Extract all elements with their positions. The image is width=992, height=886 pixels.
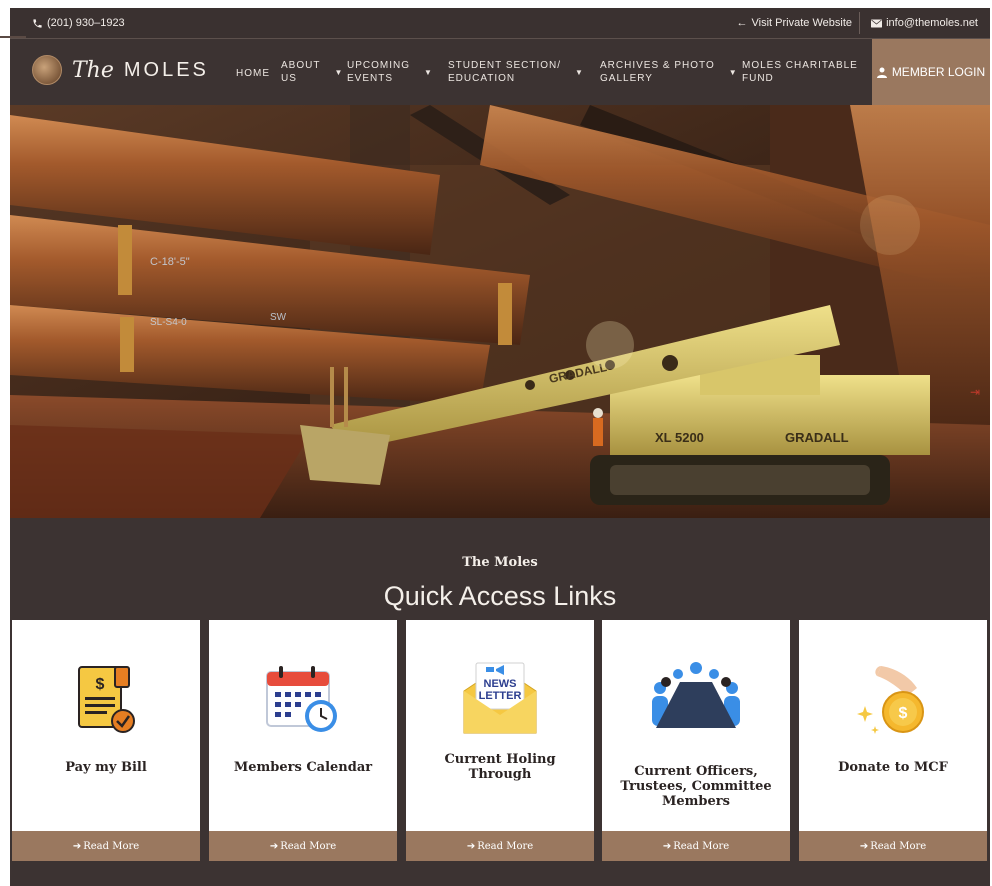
nav-about-line1: ABOUT	[281, 60, 321, 71]
nav-student-line1: STUDENT SECTION/	[448, 60, 562, 71]
read-more-button[interactable]: ➔ Read More	[602, 831, 790, 861]
read-more-label: Read More	[477, 840, 534, 852]
member-login-label: MEMBER LOGIN	[891, 65, 986, 79]
crane-brand-text-2: GRADALL	[785, 430, 849, 445]
site-logo[interactable]: The MOLES	[32, 55, 209, 85]
nav-fund-line1: MOLES CHARITABLE	[742, 60, 858, 71]
nav-item-student-section[interactable]: STUDENT SECTION/EDUCATION ▼	[448, 59, 584, 85]
crane-model-text: XL 5200	[655, 430, 704, 445]
user-icon	[876, 67, 887, 78]
nav-item-home[interactable]: HOME	[236, 67, 270, 80]
slider-next-arrow-icon[interactable]: ⇥	[970, 385, 980, 399]
corner-accent-line	[0, 36, 26, 38]
phone-link[interactable]: (201) 930–1923	[32, 17, 125, 29]
logo-moles-text: MOLES	[123, 58, 209, 81]
pipe-mark-1: C-18'-5"	[150, 256, 190, 268]
read-more-button[interactable]: ➔ Read More	[12, 831, 200, 861]
logo-the-text: The	[72, 57, 114, 83]
hero-image: GRADALL XL 5200 GRADALL C-18'-5" SW SL-S…	[10, 105, 990, 518]
arrow-right-icon: ➔	[859, 840, 869, 852]
nav-fund-line2: FUND	[742, 73, 774, 84]
bill-icon: $	[12, 660, 200, 740]
visit-private-website-label: Visit Private Website	[751, 17, 852, 29]
nav-events-line1: UPCOMING	[347, 60, 410, 71]
read-more-label: Read More	[83, 840, 140, 852]
read-more-label: Read More	[280, 840, 337, 852]
nav-events-line2: EVENTS	[347, 73, 394, 84]
main-nav: The MOLES HOME ABOUT US ▼ UPCOMING EVENTS …	[10, 39, 990, 105]
card-label-pay-bill: Pay my Bill	[65, 760, 147, 775]
read-more-label: Read More	[673, 840, 730, 852]
svg-text:$: $	[899, 705, 908, 722]
nav-item-about-us[interactable]: ABOUT US ▼	[281, 59, 343, 85]
pipe-mark-3: SL-S4-0	[150, 317, 187, 328]
quick-link-card-members-calendar[interactable]: Members Calendar ➔ Read More	[209, 620, 397, 861]
nav-item-charitable-fund[interactable]: MOLES CHARITABLEFUND ▼	[742, 59, 881, 85]
phone-number: (201) 930–1923	[47, 17, 125, 29]
quick-link-card-holing-through[interactable]: NEWS LETTER Current Holing Through ➔ Rea…	[406, 620, 594, 861]
donate-icon: $	[799, 660, 987, 740]
nav-student-line2: EDUCATION	[448, 73, 516, 84]
pipe-mark-2: SW	[270, 312, 287, 323]
newsletter-icon-text-1: NEWS	[484, 678, 517, 690]
nav-item-upcoming-events[interactable]: UPCOMING EVENTS ▼	[347, 59, 433, 85]
arrow-right-icon: ➔	[662, 840, 672, 852]
visit-private-website-link[interactable]: ← Visit Private Website	[737, 17, 852, 29]
chevron-down-icon: ▼	[424, 67, 433, 77]
envelope-icon	[871, 19, 883, 27]
logo-seal-icon	[32, 55, 62, 85]
chevron-down-icon: ▼	[728, 67, 738, 77]
card-label-members-calendar: Members Calendar	[233, 760, 373, 775]
meeting-icon	[602, 656, 790, 736]
member-login-button[interactable]: MEMBER LOGIN	[872, 39, 990, 105]
read-more-label: Read More	[870, 840, 927, 852]
card-label-donate: Donate to MCF	[838, 760, 948, 775]
chevron-down-icon: ▼	[575, 67, 584, 77]
calendar-icon	[209, 660, 397, 740]
quick-link-card-donate[interactable]: $ Donate to MCF ➔ Read More	[799, 620, 987, 861]
tunnel-construction-photo: GRADALL XL 5200 GRADALL C-18'-5" SW SL-S…	[10, 105, 990, 518]
nav-item-archives[interactable]: ARCHIVES & PHOTO GALLERY ▼	[600, 59, 738, 85]
read-more-button[interactable]: ➔ Read More	[406, 831, 594, 861]
nav-home-label: HOME	[236, 68, 270, 79]
nav-archives-line2: GALLERY	[600, 73, 653, 84]
read-more-button[interactable]: ➔ Read More	[209, 831, 397, 861]
email-address: info@themoles.net	[886, 17, 978, 29]
nav-archives-line1: ARCHIVES & PHOTO	[600, 60, 715, 71]
read-more-button[interactable]: ➔ Read More	[799, 831, 987, 861]
quick-link-card-pay-bill[interactable]: $ Pay my Bill ➔ Read More	[12, 620, 200, 861]
arrow-right-icon: ➔	[466, 840, 476, 852]
quick-access-title: Quick Access Links	[383, 581, 617, 611]
arrow-right-icon: ➔	[269, 840, 279, 852]
arrow-left-icon: ←	[736, 17, 748, 29]
nav-about-line2: US	[281, 73, 297, 84]
card-label-holing-through: Current Holing Through	[444, 752, 556, 782]
arrow-right-icon: ➔	[72, 840, 82, 852]
svg-text:$: $	[96, 676, 105, 693]
newsletter-icon-text-2: LETTER	[479, 690, 522, 702]
topbar-divider	[859, 12, 860, 34]
phone-icon	[33, 18, 42, 28]
email-link[interactable]: info@themoles.net	[871, 17, 978, 29]
top-bar: (201) 930–1923 ← Visit Private Website i…	[10, 8, 990, 38]
newsletter-icon: NEWS LETTER	[406, 656, 594, 736]
card-label-current-officers: Current Officers, Trustees, Committee Me…	[620, 764, 772, 809]
quick-access-subtitle: The Moles	[462, 555, 538, 570]
chevron-down-icon: ▼	[334, 67, 344, 77]
page-frame: (201) 930–1923 ← Visit Private Website i…	[10, 8, 990, 886]
quick-link-card-current-officers[interactable]: Current Officers, Trustees, Committee Me…	[602, 620, 790, 861]
